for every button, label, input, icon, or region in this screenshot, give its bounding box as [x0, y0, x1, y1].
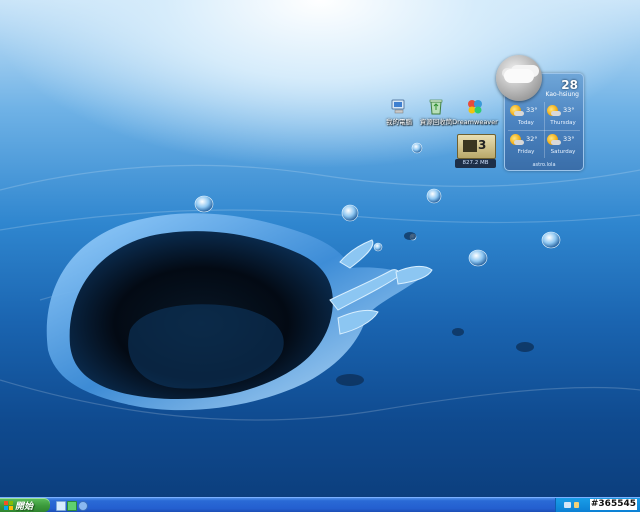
partly-sunny-icon — [510, 134, 524, 145]
ie-icon[interactable] — [56, 501, 66, 511]
partly-sunny-icon — [510, 105, 524, 116]
weather-city: Kao-hsiung — [545, 91, 579, 98]
forecast-day-label: Friday — [517, 149, 535, 155]
drive-meter-value: 3 — [478, 138, 487, 152]
desktop-icon[interactable] — [67, 501, 77, 511]
forecast-temp: 33° — [526, 106, 538, 114]
computer-icon — [390, 98, 408, 116]
drive-meter-display: 3 — [457, 134, 496, 159]
media-icon[interactable] — [78, 501, 88, 511]
taskbar: 開始 #365545 — [0, 497, 640, 512]
start-button[interactable]: 開始 — [0, 498, 50, 512]
forecast-day-label: Saturday — [550, 149, 576, 155]
start-label: 開始 — [15, 502, 34, 512]
forecast-temp: 33° — [563, 106, 575, 114]
drive-free-space: 827.2 MB — [455, 159, 496, 168]
tray-network-icon[interactable] — [564, 502, 571, 508]
forecast-day: 33° Today — [508, 102, 544, 130]
msn-butterfly-icon — [466, 98, 484, 116]
forecast-day: 32° Friday — [508, 131, 544, 159]
forecast-day: 33° Thursday — [545, 102, 581, 130]
current-temperature: 28 — [561, 78, 578, 92]
forecast-day-label: Thursday — [550, 120, 576, 126]
weather-gadget[interactable]: 28 Kao-hsiung 33° Today 33° Thursday 32°… — [496, 55, 584, 171]
drive-meter-gadget[interactable]: 3 827.2 MB — [455, 134, 496, 168]
forecast-temp: 33° — [563, 135, 575, 143]
cloudy-weather-icon — [496, 55, 542, 101]
recycle-bin-icon — [427, 98, 445, 116]
windows-logo-icon — [4, 501, 13, 510]
tray-volume-icon[interactable] — [574, 502, 579, 508]
tray-clock[interactable]: #365545 — [589, 499, 637, 510]
partly-sunny-icon — [547, 134, 561, 145]
system-tray: #365545 — [555, 498, 640, 512]
desktop-icon-label: Dreamweaver — [452, 118, 498, 126]
weather-source-link[interactable]: astro.lola — [505, 162, 583, 168]
drive-chip-icon — [463, 140, 477, 152]
desktop[interactable]: 我的電腦 資源回收筒 Dreamweaver 28 Kao-hsiung 33°… — [0, 0, 640, 497]
forecast-day-label: Today — [518, 120, 534, 126]
desktop-icon-dreamweaver[interactable]: Dreamweaver — [452, 98, 498, 126]
forecast-day: 33° Saturday — [545, 131, 581, 159]
partly-sunny-icon — [547, 105, 561, 116]
forecast-temp: 32° — [526, 135, 538, 143]
